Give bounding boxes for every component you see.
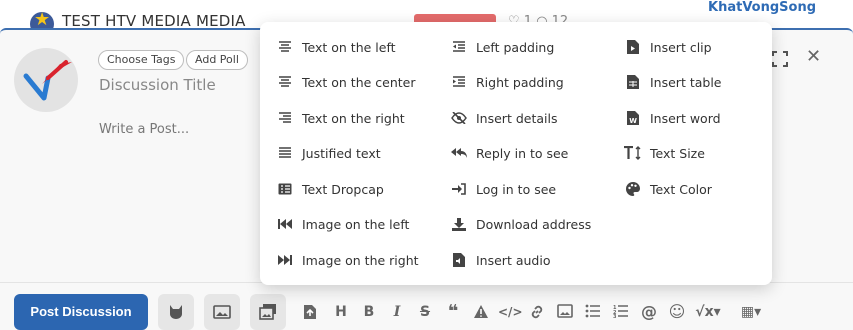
menu-item-label: Image on the left <box>302 216 410 232</box>
align-justify-icon <box>276 145 294 161</box>
table-file-icon <box>624 74 642 90</box>
post-discussion-button[interactable]: Post Discussion <box>14 294 148 330</box>
menu-item-insert-clip[interactable]: Insert clip <box>624 35 712 59</box>
menu-item-text-left[interactable]: Text on the left <box>276 35 396 59</box>
menu-item-label: Log in to see <box>476 181 557 197</box>
menu-item-reply-to-see[interactable]: Reply in to see <box>450 141 568 165</box>
fullscreen-icon[interactable] <box>772 51 788 67</box>
word-file-icon: W <box>624 110 642 126</box>
close-icon[interactable]: ✕ <box>806 46 821 67</box>
italic-icon[interactable]: I <box>386 302 408 322</box>
reply-all-icon <box>450 145 468 161</box>
bbcode-button[interactable] <box>158 294 194 330</box>
align-center-icon <box>276 74 294 90</box>
strikethrough-icon[interactable]: S <box>414 302 436 322</box>
composer-footer: Post Discussion H B I S ❝ </> 1 2 3 @ ☺ … <box>0 282 853 330</box>
menu-item-right-padding[interactable]: Right padding <box>450 70 564 94</box>
svg-text:3: 3 <box>613 314 617 318</box>
bold-icon[interactable]: B <box>358 302 380 322</box>
gallery-button[interactable] <box>250 294 286 330</box>
menu-item-label: Insert details <box>476 110 558 126</box>
text-height-icon <box>624 145 642 161</box>
math-formula-icon[interactable]: √x▾ <box>694 302 722 322</box>
menu-item-left-padding[interactable]: Left padding <box>450 35 554 59</box>
video-file-icon <box>624 39 642 55</box>
menu-item-label: Text Size <box>650 145 705 161</box>
menu-item-log-in-to-see[interactable]: Log in to see <box>450 177 556 201</box>
menu-item-image-right[interactable]: Image on the right <box>276 248 419 272</box>
menu-item-insert-details[interactable]: Insert details <box>450 106 557 130</box>
image-icon <box>213 305 231 319</box>
menu-item-label: Text on the center <box>302 74 416 90</box>
menu-item-label: Insert audio <box>476 252 551 268</box>
menu-item-label: Text Dropcap <box>302 181 384 197</box>
add-poll-button[interactable]: Add Poll <box>186 50 248 70</box>
menu-item-download-address[interactable]: Download address <box>450 212 591 236</box>
discussion-title-input[interactable]: Discussion Title <box>99 76 216 94</box>
quote-icon[interactable]: ❝ <box>442 302 464 322</box>
menu-item-text-size[interactable]: Text Size <box>624 141 705 165</box>
menu-item-image-left[interactable]: Image on the left <box>276 212 409 236</box>
download-icon <box>450 216 468 232</box>
menu-item-label: Justified text <box>302 145 381 161</box>
menu-item-text-center[interactable]: Text on the center <box>276 70 416 94</box>
sign-in-icon <box>450 181 468 197</box>
menu-item-text-color[interactable]: Text Color <box>624 177 712 201</box>
palette-icon <box>624 181 642 197</box>
audio-file-icon <box>450 252 468 268</box>
post-body-input[interactable]: Write a Post... <box>99 122 189 137</box>
menu-item-label: Insert table <box>650 74 722 90</box>
align-left-icon <box>276 39 294 55</box>
menu-item-label: Insert clip <box>650 39 712 55</box>
menu-item-label: Text on the left <box>302 39 396 55</box>
menu-item-label: Text Color <box>650 181 712 197</box>
menu-item-label: Reply in to see <box>476 145 569 161</box>
menu-item-text-right[interactable]: Text on the right <box>276 106 405 130</box>
link-icon[interactable] <box>526 302 548 322</box>
table-grid-icon[interactable]: ▦▾ <box>732 302 770 322</box>
skip-back-icon <box>276 216 294 232</box>
image-icon[interactable] <box>554 302 576 322</box>
dropcap-icon <box>276 181 294 197</box>
file-upload-icon[interactable] <box>299 302 321 322</box>
menu-item-label: Image on the right <box>302 252 419 268</box>
gallery-icon <box>259 304 276 320</box>
indent-icon <box>450 74 468 90</box>
mention-icon[interactable]: @ <box>638 302 660 322</box>
bullet-list-icon[interactable] <box>582 302 604 322</box>
menu-item-label: Text on the right <box>302 110 405 126</box>
choose-tags-button[interactable]: Choose Tags <box>98 50 185 70</box>
align-right-icon <box>276 110 294 126</box>
brand-logo-icon <box>23 60 72 101</box>
user-avatar <box>14 48 78 112</box>
menu-item-insert-table[interactable]: Insert table <box>624 70 721 94</box>
cat-icon <box>170 305 182 319</box>
menu-item-label: Left padding <box>476 39 555 55</box>
skip-forward-icon <box>276 252 294 268</box>
svg-text:W: W <box>629 117 637 125</box>
code-icon[interactable]: </> <box>498 302 523 322</box>
menu-item-dropcap[interactable]: Text Dropcap <box>276 177 384 201</box>
menu-item-label: Download address <box>476 216 592 232</box>
image-upload-button[interactable] <box>204 294 240 330</box>
menu-item-label: Insert word <box>650 110 721 126</box>
warning-icon[interactable] <box>470 302 492 322</box>
menu-item-insert-audio[interactable]: Insert audio <box>450 248 550 272</box>
outdent-icon <box>450 39 468 55</box>
eye-slash-icon <box>450 110 468 126</box>
emoji-icon[interactable]: ☺ <box>666 302 688 322</box>
bbcode-dropdown-menu: Text on the left Text on the center Text… <box>260 22 772 285</box>
numbered-list-icon[interactable]: 123 <box>610 302 632 322</box>
menu-item-insert-word[interactable]: W Insert word <box>624 106 721 130</box>
heading-icon[interactable]: H <box>330 302 352 322</box>
menu-item-label: Right padding <box>476 74 564 90</box>
menu-item-justified[interactable]: Justified text <box>276 141 381 165</box>
sidebar-user-link[interactable]: KhatVongSong <box>708 0 816 15</box>
